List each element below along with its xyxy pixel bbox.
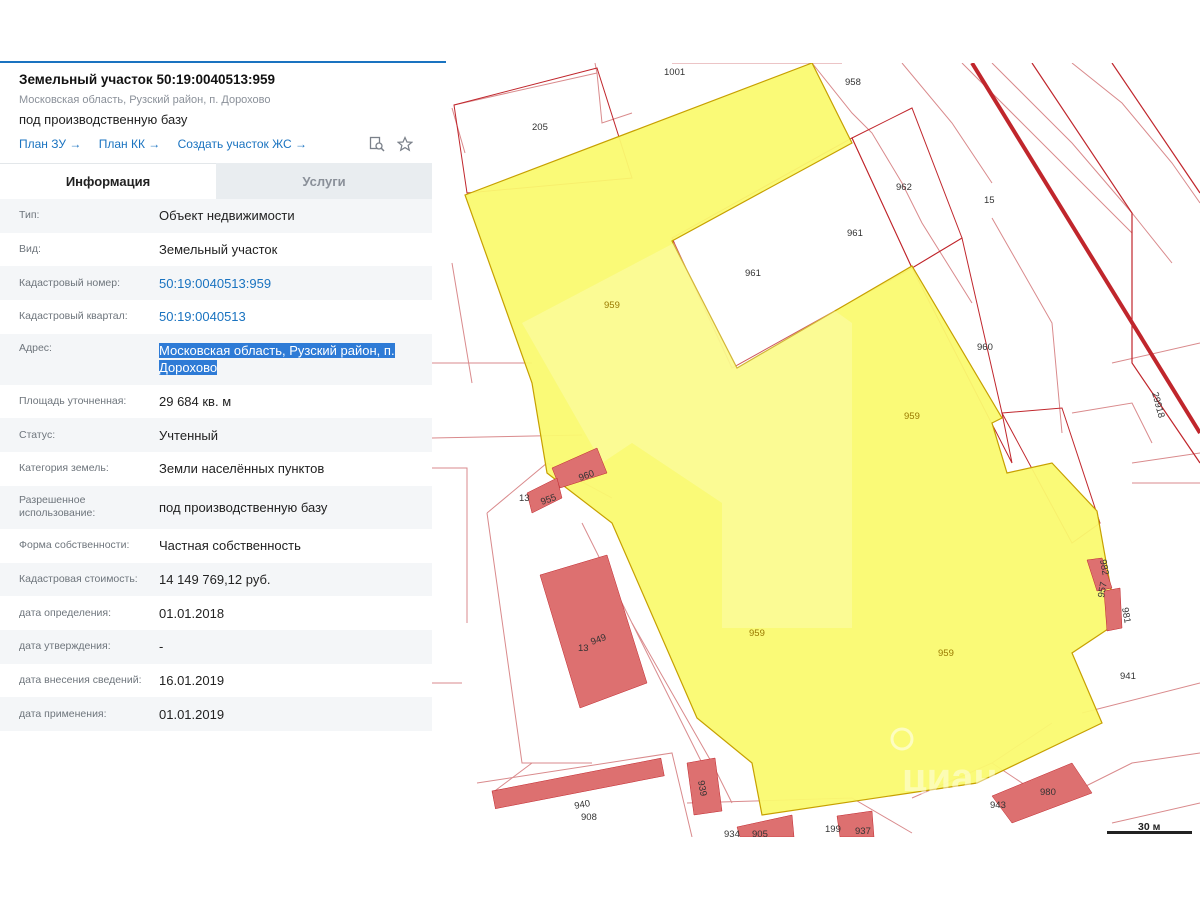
plan-kk-link[interactable]: План КК → (99, 137, 161, 151)
district-boundary (970, 63, 1200, 435)
cadastral-quarter-link[interactable]: 50:19:0040513 (159, 308, 432, 325)
parcel-label: 13 (519, 493, 530, 504)
info-value: Объект недвижимости (159, 208, 295, 224)
info-label: Адрес: (19, 341, 52, 354)
info-row-type: Тип: Объект недвижимости (0, 199, 432, 233)
plan-zu-link[interactable]: План ЗУ → (19, 137, 81, 151)
info-table: Тип: Объект недвижимости Вид: Земельный … (0, 199, 432, 731)
info-row-date-determined: дата определения: 01.01.2018 (0, 596, 432, 630)
info-label: Площадь уточненная: (19, 395, 127, 408)
parcel-label: 905 (752, 829, 768, 837)
address-value: Московская область, Рузский район, п. До… (159, 342, 432, 376)
parcel-label: 15 (984, 195, 995, 206)
info-label: дата применения: (19, 707, 107, 720)
panel-header: Земельный участок 50:19:0040513:959 Моск… (0, 63, 432, 161)
address-selected-text: Московская область, Рузский район, п. До… (159, 342, 395, 375)
road-boundaries (1031, 63, 1200, 464)
info-value: Учтенный (159, 427, 219, 443)
page-title: Земельный участок 50:19:0040513:959 (19, 72, 276, 87)
star-icon[interactable] (396, 135, 414, 153)
header-icons (368, 135, 414, 153)
map-canvas[interactable]: 1001 958 205 962 15 961 961 959 960 959 … (432, 63, 1200, 837)
parcel-label: 199 (825, 824, 841, 835)
parcel-purpose: под производственную базу (19, 112, 188, 127)
info-row-date-entered: дата внесения сведений: 16.01.2019 (0, 664, 432, 698)
info-label: Категория земель: (19, 462, 109, 475)
info-row-ownership: Форма собственности: Частная собственнос… (0, 529, 432, 563)
scale-label: 30 м (1138, 821, 1161, 833)
info-label: Вид: (19, 243, 41, 256)
cadastral-number-link[interactable]: 50:19:0040513:959 (159, 275, 432, 292)
info-label: Форма собственности: (19, 539, 130, 552)
info-label: Статус: (19, 428, 56, 441)
parcel-label: 959 (938, 648, 954, 659)
info-value: под производственную базу (159, 499, 328, 515)
info-label: Кадастровая стоимость: (19, 572, 138, 585)
info-row-date-applied: дата применения: 01.01.2019 (0, 697, 432, 731)
info-value: Частная собственность (159, 538, 301, 554)
info-value: 29 684 кв. м (159, 394, 232, 410)
info-label: Разрешенное использование: (19, 494, 96, 520)
info-row-area: Площадь уточненная: 29 684 кв. м (0, 385, 432, 419)
tab-services[interactable]: Услуги (216, 163, 432, 199)
parcel-label: 959 (904, 411, 920, 422)
info-panel: Земельный участок 50:19:0040513:959 Моск… (0, 63, 432, 837)
parcel-label: 1001 (664, 67, 685, 78)
info-value: Земельный участок (159, 242, 278, 258)
info-label: Кадастровый квартал: (19, 310, 128, 323)
create-parcel-link[interactable]: Создать участок ЖС → (178, 137, 307, 151)
info-value: Земли населённых пунктов (159, 461, 325, 477)
info-row-permitted-use: Разрешенное использование: под производс… (0, 485, 432, 529)
info-value: 01.01.2018 (159, 605, 225, 621)
search-doc-icon[interactable] (368, 135, 386, 153)
info-label: дата внесения сведений: (19, 673, 142, 686)
parcel-label: 940 (573, 798, 591, 812)
cadastral-map[interactable]: 1001 958 205 962 15 961 961 959 960 959 … (432, 63, 1200, 837)
info-row-land-category: Категория земель: Земли населённых пункт… (0, 452, 432, 486)
parcel-label: 29918 (1149, 391, 1166, 419)
parcel-label: 961 (847, 228, 863, 239)
parcel-label: 934 (724, 829, 740, 837)
info-label: дата утверждения: (19, 640, 111, 653)
parcel-label: 943 (990, 800, 1006, 811)
parcel-label: 959 (604, 300, 620, 311)
parcel-label: 980 (1040, 787, 1056, 798)
header-links: План ЗУ → План КК → Создать участок ЖС → (19, 137, 321, 151)
parcel-label: 941 (1120, 671, 1136, 682)
info-row-address: Адрес: Московская область, Рузский район… (0, 333, 432, 385)
tab-information[interactable]: Информация (0, 163, 216, 199)
parcel-label: 961 (745, 268, 761, 279)
watermark-text: циан (902, 756, 998, 800)
parcel-label: 937 (855, 826, 871, 837)
parcel-label: 962 (896, 182, 912, 193)
parcel-label: 908 (581, 812, 597, 823)
parcel-label: 960 (977, 342, 993, 353)
info-value: 01.01.2019 (159, 706, 225, 722)
info-value: 14 149 769,12 руб. (159, 571, 271, 587)
info-label: Тип: (19, 209, 40, 222)
parcel-address-subtitle: Московская область, Рузский район, п. До… (19, 94, 271, 106)
tab-bar: Информация Услуги (0, 163, 432, 199)
info-label: Кадастровый номер: (19, 276, 121, 289)
parcel-label: 958 (845, 77, 861, 88)
info-row-cadastral-value: Кадастровая стоимость: 14 149 769,12 руб… (0, 562, 432, 597)
parcel-label: 205 (532, 122, 548, 133)
parcel-label: 959 (749, 628, 765, 639)
info-value: - (159, 639, 164, 655)
info-row-cadastral-number: Кадастровый номер: 50:19:0040513:959 (0, 266, 432, 301)
info-row-date-approved: дата утверждения: - (0, 629, 432, 664)
parcel-label: 13 (578, 643, 589, 654)
info-value: 16.01.2019 (159, 672, 225, 688)
info-row-kind: Вид: Земельный участок (0, 233, 432, 267)
info-label: дата определения: (19, 606, 112, 619)
info-row-status: Статус: Учтенный (0, 418, 432, 453)
info-row-cadastral-quarter: Кадастровый квартал: 50:19:0040513 (0, 300, 432, 334)
